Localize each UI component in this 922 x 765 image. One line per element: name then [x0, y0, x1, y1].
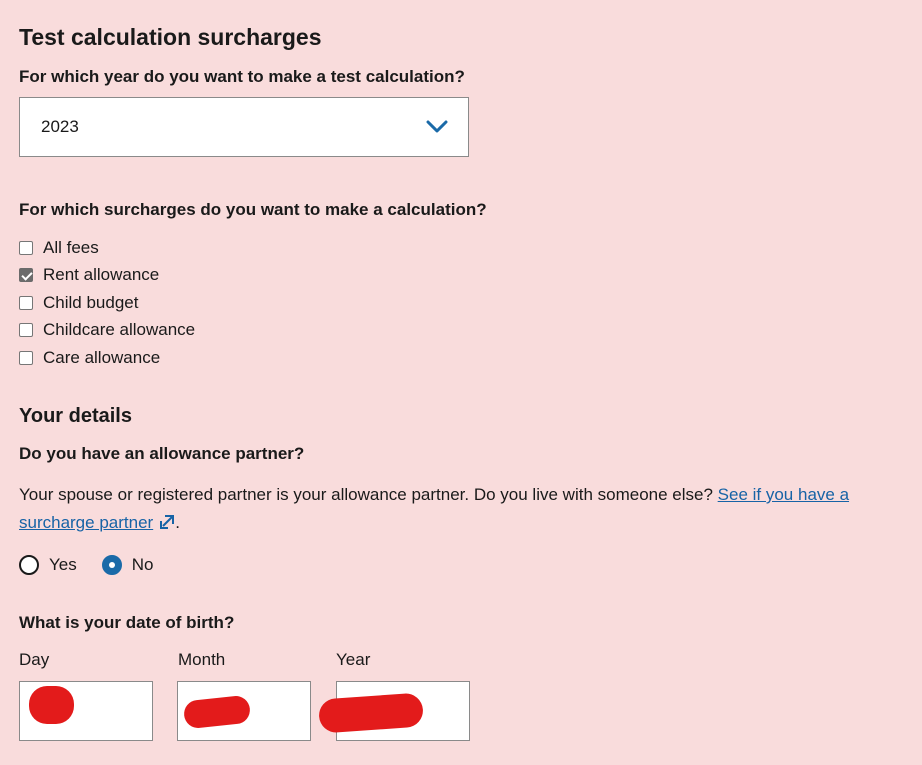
checkbox-child-budget[interactable] [19, 296, 33, 310]
checkbox-care-allowance[interactable] [19, 351, 33, 365]
chevron-down-icon [426, 120, 448, 133]
dob-month-label: Month [178, 650, 226, 669]
redaction-mark [29, 686, 74, 724]
checkbox-childcare-allowance[interactable] [19, 323, 33, 337]
external-link-icon [160, 515, 175, 529]
checkbox-row-child-budget[interactable]: Child budget [19, 292, 138, 314]
checkbox-label: Childcare allowance [43, 320, 196, 339]
partner-help-suffix: . [175, 513, 180, 532]
year-select-value: 2023 [41, 117, 79, 136]
dob-year-label: Year [336, 650, 371, 669]
dob-day-input[interactable] [19, 681, 153, 741]
checkbox-row-rent-allowance[interactable]: Rent allowance [19, 264, 159, 286]
section-heading-your-details: Your details [19, 405, 132, 427]
checkbox-all-fees[interactable] [19, 241, 33, 255]
radio-label-yes: Yes [49, 555, 77, 574]
redaction-mark [317, 692, 425, 734]
partner-help-text: Your spouse or registered partner is you… [19, 481, 919, 537]
checkbox-row-childcare-allowance[interactable]: Childcare allowance [19, 319, 195, 341]
radio-no[interactable] [101, 555, 122, 575]
dob-day-label: Day [19, 650, 50, 669]
checkbox-row-care-allowance[interactable]: Care allowance [19, 347, 160, 369]
radio-yes[interactable] [19, 555, 39, 575]
year-question-label: For which year do you want to make a tes… [19, 67, 465, 86]
year-select[interactable]: 2023 [19, 97, 469, 157]
dob-month-input[interactable] [177, 681, 311, 741]
dob-question-label: What is your date of birth? [19, 613, 235, 632]
checkbox-label: Care allowance [43, 348, 161, 367]
checkbox-row-all-fees[interactable]: All fees [19, 237, 99, 259]
checkbox-label: Child budget [43, 293, 139, 312]
surcharges-question-label: For which surcharges do you want to make… [19, 200, 487, 219]
redaction-mark [182, 694, 252, 730]
checkbox-label: All fees [43, 238, 99, 257]
radio-group-partner: Yes No [19, 555, 153, 575]
page-title: Test calculation surcharges [19, 24, 322, 50]
checkbox-label: Rent allowance [43, 265, 160, 284]
dob-year-input[interactable] [317, 681, 470, 741]
partner-question-label: Do you have an allowance partner? [19, 444, 305, 463]
partner-help-sentence: Your spouse or registered partner is you… [19, 485, 713, 504]
checkbox-rent-allowance[interactable] [19, 268, 33, 282]
radio-label-no: No [131, 555, 154, 574]
